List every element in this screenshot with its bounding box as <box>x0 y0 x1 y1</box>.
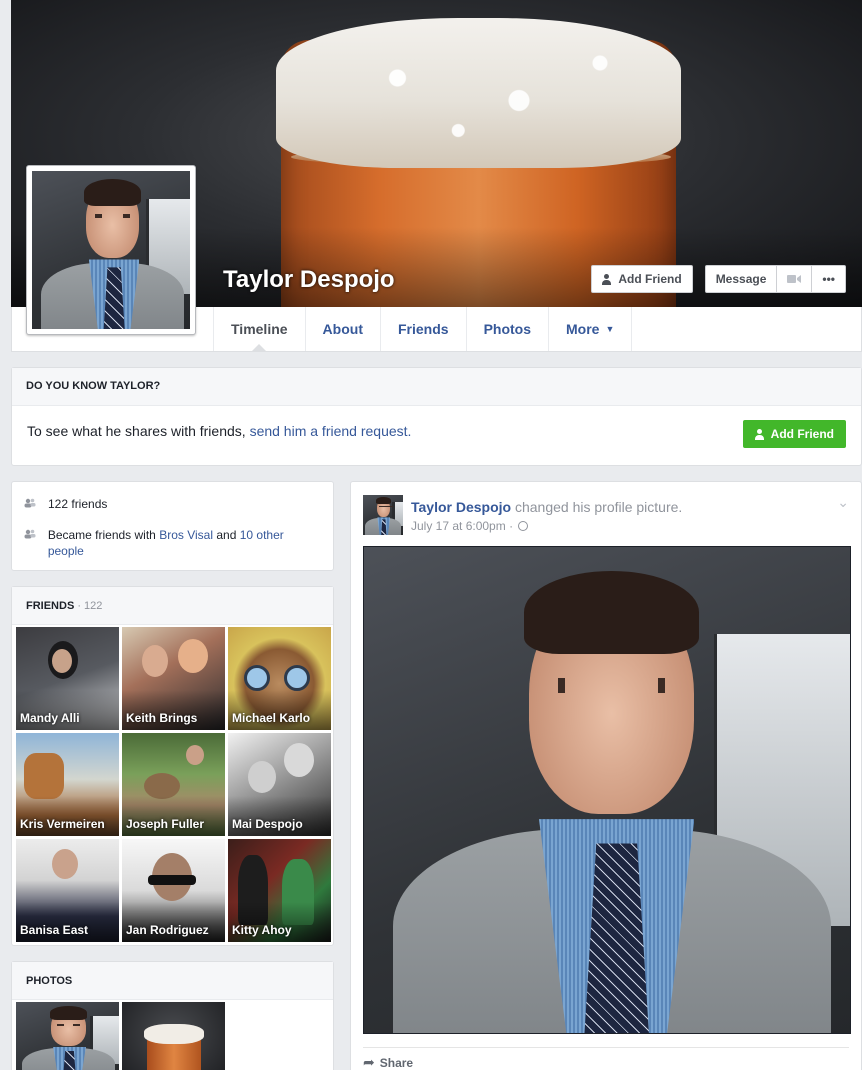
friends-icon <box>24 496 48 513</box>
friend-tile[interactable]: Mandy Alli <box>16 627 119 730</box>
friend-tile[interactable]: Jan Rodriguez <box>122 839 225 942</box>
post-author-link[interactable]: Taylor Despojo <box>411 499 511 515</box>
post-image[interactable] <box>363 546 851 1034</box>
friend-name: Joseph Fuller <box>126 817 205 831</box>
friends-heading-title: FRIENDS <box>26 600 75 612</box>
person-plus-icon <box>602 273 612 285</box>
photo-thumbnail[interactable] <box>122 1002 225 1070</box>
photos-card: PHOTOS <box>11 961 334 1070</box>
post-meta: July 17 at 6:00pm · <box>411 519 529 533</box>
became-friends-row: Became friends with Bros Visal and 10 ot… <box>24 527 321 559</box>
tab-more-label: More <box>566 321 600 337</box>
chevron-down-icon[interactable]: ⌄ <box>837 494 849 511</box>
friend-name: Banisa East <box>20 923 89 937</box>
person-plus-icon <box>754 428 765 440</box>
share-button[interactable]: ➦ Share <box>363 1054 413 1070</box>
friend-name: Kris Vermeiren <box>20 817 105 831</box>
tab-about[interactable]: About <box>304 307 380 351</box>
friend-tile[interactable]: Keith Brings <box>122 627 225 730</box>
send-friend-request-link[interactable]: send him a friend request. <box>250 423 412 439</box>
video-camera-icon <box>787 275 802 283</box>
photos-heading[interactable]: PHOTOS <box>12 962 333 1000</box>
friend-tile[interactable]: Kris Vermeiren <box>16 733 119 836</box>
share-label: Share <box>379 1055 414 1070</box>
photos-grid <box>16 1002 225 1070</box>
photo-thumbnail[interactable] <box>16 1002 119 1070</box>
profile-tabs: Timeline About Friends Photos More ▼ <box>213 307 633 352</box>
post-timestamp[interactable]: July 17 at 6:00pm <box>411 519 506 533</box>
do-you-know-box: DO YOU KNOW TAYLOR? To see what he share… <box>11 367 862 466</box>
do-you-know-heading: DO YOU KNOW TAYLOR? <box>12 368 861 406</box>
beer-foam-graphic <box>276 18 681 168</box>
message-button[interactable]: Message <box>704 265 778 293</box>
add-friend-green-button[interactable]: Add Friend <box>742 420 846 448</box>
friend-name: Kitty Ahoy <box>232 923 292 937</box>
video-call-button[interactable] <box>777 265 813 293</box>
friend-name: Mai Despojo <box>232 817 303 831</box>
profile-name[interactable]: Taylor Despojo <box>223 266 395 294</box>
friend-name: Michael Karlo <box>232 711 311 725</box>
tab-friends[interactable]: Friends <box>379 307 466 351</box>
post-action-text: changed his profile picture. <box>514 499 683 515</box>
became-and: and <box>213 528 240 542</box>
globe-icon[interactable] <box>518 521 529 531</box>
add-friend-button[interactable]: Add Friend <box>591 265 693 293</box>
do-you-know-prefix: To see what he shares with friends, <box>27 423 250 439</box>
bros-visal-link[interactable]: Bros Visal <box>159 528 213 542</box>
post-meta-separator: · <box>505 519 517 533</box>
share-arrow-icon: ➦ <box>363 1054 375 1070</box>
friend-tile[interactable]: Michael Karlo <box>228 627 331 730</box>
friend-tile[interactable]: Joseph Fuller <box>122 733 225 836</box>
intro-card: 122 friends Became friends with Bros Vis… <box>11 481 334 571</box>
tab-timeline[interactable]: Timeline <box>213 307 305 352</box>
friend-tile[interactable]: Mai Despojo <box>228 733 331 836</box>
friend-tile[interactable]: Kitty Ahoy <box>228 839 331 942</box>
caret-down-icon: ▼ <box>605 324 615 334</box>
post-divider <box>363 1047 849 1048</box>
tab-more[interactable]: More ▼ <box>548 307 633 351</box>
post-author-avatar[interactable] <box>363 495 403 535</box>
friends-grid: Mandy Alli Keith Brings Michael Karlo Kr… <box>16 627 331 942</box>
friends-heading[interactable]: FRIENDS · 122 <box>12 587 333 625</box>
friends-heading-count: · 122 <box>74 600 103 612</box>
friends-card: FRIENDS · 122 Mandy Alli Keith Brings Mi… <box>11 586 334 946</box>
more-options-button[interactable]: ••• <box>812 265 846 293</box>
friends-icon <box>24 527 48 544</box>
friend-name: Keith Brings <box>126 711 198 725</box>
profile-picture-image <box>32 171 190 329</box>
friend-tile[interactable]: Banisa East <box>16 839 119 942</box>
friend-name: Jan Rodriguez <box>126 923 209 937</box>
tab-photos[interactable]: Photos <box>465 307 548 351</box>
timeline-post: Taylor Despojo changed his profile pictu… <box>350 481 862 1070</box>
friend-name: Mandy Alli <box>20 711 80 725</box>
profile-picture[interactable] <box>26 165 196 335</box>
became-prefix: Became friends with <box>47 528 160 542</box>
cover-actions: Add Friend Message ••• <box>591 265 846 293</box>
friends-count-row: 122 friends <box>24 496 321 513</box>
add-friend-green-label: Add Friend <box>770 427 834 441</box>
friends-count-text: 122 friends <box>48 497 108 511</box>
became-friends-text: Became friends with Bros Visal and 10 ot… <box>48 527 321 559</box>
add-friend-label: Add Friend <box>618 272 682 286</box>
post-headline: Taylor Despojo changed his profile pictu… <box>411 498 682 516</box>
message-button-group: Message ••• <box>704 265 846 293</box>
do-you-know-text: To see what he shares with friends, send… <box>12 406 861 439</box>
